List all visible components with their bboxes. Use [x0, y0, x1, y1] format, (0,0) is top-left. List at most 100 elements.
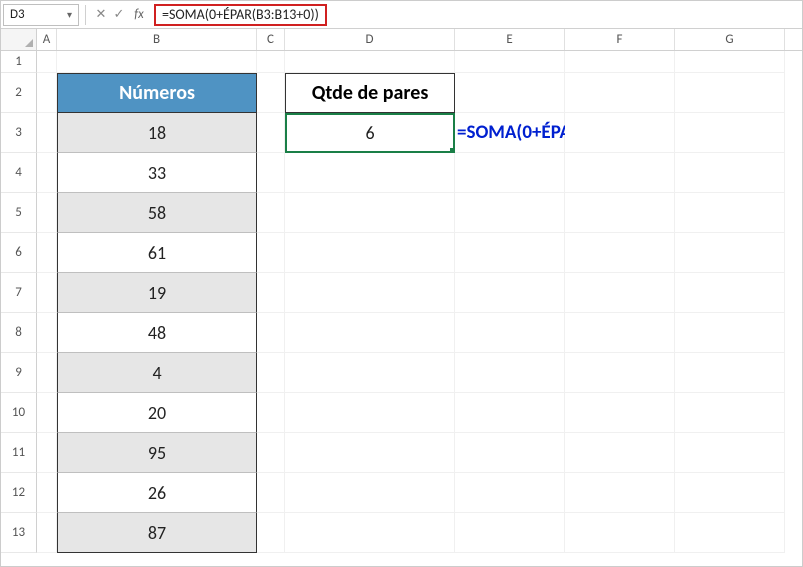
selected-cell-D3[interactable]: 6	[285, 113, 455, 153]
row-header[interactable]: 2	[1, 73, 37, 113]
cell[interactable]	[675, 51, 785, 73]
row-header[interactable]: 12	[1, 473, 37, 513]
cell[interactable]	[285, 473, 455, 513]
cell[interactable]	[565, 193, 675, 233]
cell[interactable]	[285, 353, 455, 393]
cell[interactable]	[285, 513, 455, 553]
cell[interactable]	[285, 433, 455, 473]
cell-numero[interactable]: 4	[57, 353, 257, 393]
cell[interactable]	[257, 113, 285, 153]
cell[interactable]	[675, 193, 785, 233]
cell[interactable]	[37, 313, 57, 353]
cell[interactable]	[257, 313, 285, 353]
enter-icon[interactable]: ✓	[110, 7, 128, 22]
row-header[interactable]: 1	[1, 51, 37, 73]
cell[interactable]	[37, 233, 57, 273]
cell[interactable]	[257, 153, 285, 193]
cell[interactable]	[285, 153, 455, 193]
cell-numero[interactable]: 48	[57, 313, 257, 353]
cell[interactable]	[675, 513, 785, 553]
cell[interactable]	[257, 273, 285, 313]
cell[interactable]	[455, 513, 565, 553]
cell[interactable]	[37, 73, 57, 113]
cell[interactable]	[37, 113, 57, 153]
col-header-C[interactable]: C	[257, 29, 285, 50]
cell[interactable]	[565, 433, 675, 473]
cell[interactable]	[675, 473, 785, 513]
cell-numero[interactable]: 18	[57, 113, 257, 153]
cell[interactable]	[455, 233, 565, 273]
row-header[interactable]: 7	[1, 273, 37, 313]
cell[interactable]	[565, 153, 675, 193]
cell[interactable]	[257, 513, 285, 553]
cell-numero[interactable]: 87	[57, 513, 257, 553]
cell[interactable]	[37, 473, 57, 513]
cell[interactable]	[37, 513, 57, 553]
fx-icon[interactable]: fx	[128, 7, 150, 22]
cell[interactable]	[37, 353, 57, 393]
header-qtde[interactable]: Qtde de pares	[285, 73, 455, 113]
col-header-G[interactable]: G	[675, 29, 785, 50]
cell[interactable]	[57, 51, 257, 73]
cell[interactable]	[257, 73, 285, 113]
cell[interactable]	[675, 353, 785, 393]
row-header[interactable]: 4	[1, 153, 37, 193]
cell[interactable]	[675, 73, 785, 113]
cell[interactable]	[565, 313, 675, 353]
cell[interactable]	[37, 433, 57, 473]
cell[interactable]	[565, 113, 675, 153]
cell[interactable]	[257, 193, 285, 233]
row-header[interactable]: 3	[1, 113, 37, 153]
cell[interactable]	[455, 313, 565, 353]
cell[interactable]	[285, 233, 455, 273]
cell[interactable]	[257, 393, 285, 433]
cell[interactable]	[455, 393, 565, 433]
cell[interactable]	[565, 233, 675, 273]
cell[interactable]	[257, 473, 285, 513]
cell[interactable]	[285, 51, 455, 73]
cell[interactable]	[455, 353, 565, 393]
cell[interactable]	[455, 473, 565, 513]
cell-numero[interactable]: 58	[57, 193, 257, 233]
cell[interactable]	[675, 113, 785, 153]
cell[interactable]: =SOMA(0+ÉPAR(B3:B13+0))	[455, 113, 565, 153]
cell[interactable]	[455, 433, 565, 473]
cell-numero[interactable]: 61	[57, 233, 257, 273]
formula-input[interactable]: =SOMA(0+ÉPAR(B3:B13+0))	[162, 6, 319, 23]
cell[interactable]	[37, 273, 57, 313]
cell-numero[interactable]: 95	[57, 433, 257, 473]
select-all-corner[interactable]	[1, 29, 37, 50]
cell[interactable]	[455, 73, 565, 113]
cancel-icon[interactable]: ✕	[92, 7, 110, 22]
cell[interactable]	[257, 433, 285, 473]
row-header[interactable]: 6	[1, 233, 37, 273]
cell[interactable]	[257, 233, 285, 273]
cell-numero[interactable]: 19	[57, 273, 257, 313]
cell[interactable]	[285, 193, 455, 233]
cell[interactable]	[565, 473, 675, 513]
col-header-F[interactable]: F	[565, 29, 675, 50]
cell[interactable]	[455, 193, 565, 233]
row-header[interactable]: 9	[1, 353, 37, 393]
row-header[interactable]: 10	[1, 393, 37, 433]
cell[interactable]	[675, 313, 785, 353]
cell[interactable]	[455, 153, 565, 193]
cell[interactable]	[565, 73, 675, 113]
cell[interactable]	[565, 51, 675, 73]
col-header-E[interactable]: E	[455, 29, 565, 50]
row-header[interactable]: 5	[1, 193, 37, 233]
name-box[interactable]: D3 ▾	[3, 4, 79, 26]
cell[interactable]	[285, 393, 455, 433]
cell[interactable]	[257, 353, 285, 393]
cell[interactable]	[675, 393, 785, 433]
cell[interactable]	[675, 433, 785, 473]
cell[interactable]	[565, 393, 675, 433]
cell[interactable]	[37, 153, 57, 193]
col-header-B[interactable]: B	[57, 29, 257, 50]
cell[interactable]	[257, 51, 285, 73]
col-header-A[interactable]: A	[37, 29, 57, 50]
cell[interactable]	[565, 273, 675, 313]
cell[interactable]	[565, 353, 675, 393]
row-header[interactable]: 13	[1, 513, 37, 553]
row-header[interactable]: 11	[1, 433, 37, 473]
